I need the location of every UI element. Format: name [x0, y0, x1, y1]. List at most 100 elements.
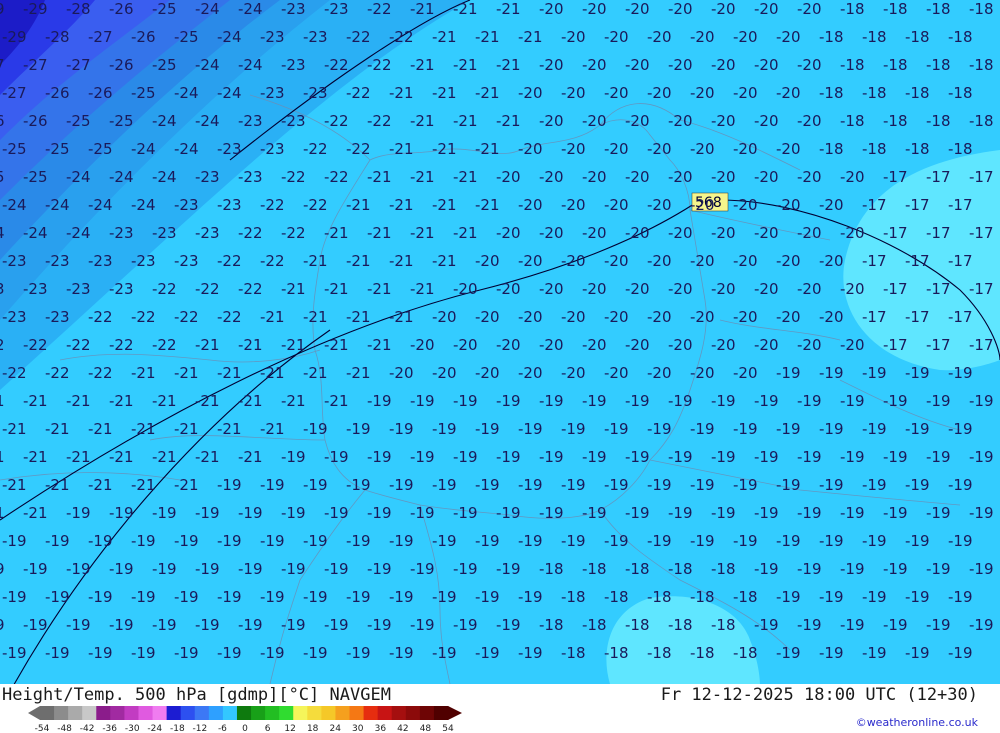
temperature-label: -19 — [0, 560, 5, 578]
temperature-label: -17 — [926, 168, 951, 186]
temperature-label: -19 — [948, 364, 973, 382]
temperature-label: -20 — [647, 28, 672, 46]
temperature-label: -21 — [410, 280, 435, 298]
legend-swatch — [236, 706, 252, 720]
temperature-label: -24 — [66, 168, 91, 186]
temperature-label: -17 — [969, 224, 994, 242]
temperature-label: -19 — [582, 504, 607, 522]
temperature-label: -20 — [518, 308, 543, 326]
credit-link[interactable]: ©weatheronline.co.uk — [856, 716, 978, 729]
temperature-label: -19 — [260, 588, 285, 606]
temperature-label: -19 — [840, 616, 865, 634]
temperature-label: -20 — [647, 308, 672, 326]
legend-swatch — [54, 706, 69, 720]
temperature-label: -20 — [604, 28, 629, 46]
temperature-label: -20 — [776, 252, 801, 270]
temperature-label: -26 — [109, 0, 134, 18]
temperature-label: -24 — [174, 84, 199, 102]
temperature-label: -17 — [948, 308, 973, 326]
temperature-label: -17 — [969, 280, 994, 298]
temperature-label: -20 — [625, 336, 650, 354]
temperature-label: -23 — [45, 308, 70, 326]
temperature-label: -21 — [324, 224, 349, 242]
temperature-label: -21 — [303, 308, 328, 326]
temperature-label: -19 — [905, 420, 930, 438]
temperature-label: -21 — [346, 308, 371, 326]
temperature-label: -19 — [561, 532, 586, 550]
temperature-label: -24 — [195, 0, 220, 18]
temperature-label: -21 — [410, 56, 435, 74]
temperature-label: -20 — [582, 112, 607, 130]
temperature-label: -20 — [561, 28, 586, 46]
temperature-label: -25 — [131, 84, 156, 102]
temperature-label: -19 — [776, 420, 801, 438]
legend-tick-label: 48 — [420, 724, 432, 732]
temperature-label: -20 — [819, 252, 844, 270]
temperature-label: -22 — [88, 308, 113, 326]
temperature-label: -18 — [625, 560, 650, 578]
weather-map: 568 -29-29-28-26-25-24-24-23-23-22-21-21… — [0, 0, 1000, 684]
temperature-label: -19 — [754, 616, 779, 634]
temperature-label: -24 — [131, 196, 156, 214]
temperature-label: -18 — [625, 616, 650, 634]
temperature-label: -18 — [561, 644, 586, 662]
temperature-label: -20 — [604, 308, 629, 326]
temperature-label: -19 — [260, 476, 285, 494]
temperature-label: -19 — [174, 532, 199, 550]
temperature-label: -19 — [711, 504, 736, 522]
temperature-label: -20 — [711, 112, 736, 130]
temperature-label: -19 — [389, 532, 414, 550]
temperature-label: -18 — [905, 140, 930, 158]
temperature-label: -22 — [324, 56, 349, 74]
temperature-label: -19 — [432, 644, 457, 662]
temperature-label: -19 — [432, 588, 457, 606]
temperature-label: -20 — [604, 364, 629, 382]
temperature-label: -20 — [776, 28, 801, 46]
temperature-label: -21 — [23, 392, 48, 410]
temperature-label: -20 — [754, 168, 779, 186]
temperature-label: -19 — [496, 504, 521, 522]
temperature-label: -21 — [88, 420, 113, 438]
temperature-label: -22 — [152, 280, 177, 298]
temperature-label: -19 — [690, 532, 715, 550]
temperature-label: -21 — [2, 420, 27, 438]
temperature-label: -18 — [539, 616, 564, 634]
temperature-label: -22 — [367, 0, 392, 18]
temperature-label: -24 — [2, 196, 27, 214]
temperature-label: -26 — [0, 112, 5, 130]
temperature-label: -22 — [2, 364, 27, 382]
temperature-label: -22 — [45, 364, 70, 382]
temperature-label: -22 — [0, 336, 5, 354]
temperature-label: -21 — [324, 336, 349, 354]
temperature-label: -19 — [840, 504, 865, 522]
legend-tick-label: -18 — [170, 724, 185, 732]
temperature-label: -21 — [410, 224, 435, 242]
legend-swatch — [391, 706, 407, 720]
temperature-label: -24 — [0, 224, 5, 242]
temperature-label: -20 — [432, 364, 457, 382]
temperature-label: -19 — [862, 588, 887, 606]
temperature-label: -19 — [475, 476, 500, 494]
temperature-label: -29 — [0, 0, 5, 18]
temperature-label: -20 — [518, 140, 543, 158]
temperature-label: -20 — [561, 252, 586, 270]
temperature-label: -19 — [346, 588, 371, 606]
temperature-label: -24 — [238, 56, 263, 74]
temperature-label: -23 — [45, 252, 70, 270]
temperature-label: -20 — [733, 252, 758, 270]
temperature-label: -25 — [88, 140, 113, 158]
temperature-label: -22 — [346, 84, 371, 102]
temperature-label: -19 — [281, 448, 306, 466]
temperature-label: -19 — [840, 560, 865, 578]
temperature-label: -18 — [690, 588, 715, 606]
temperature-label: -20 — [754, 112, 779, 130]
temperature-label: -20 — [647, 196, 672, 214]
temperature-label: -17 — [905, 252, 930, 270]
temperature-label: -19 — [604, 532, 629, 550]
temperature-label: -21 — [496, 56, 521, 74]
temperature-label: -19 — [66, 560, 91, 578]
temperature-label: -19 — [776, 644, 801, 662]
temperature-label: -21 — [346, 196, 371, 214]
temperature-label: -21 — [195, 448, 220, 466]
temperature-label: -18 — [604, 588, 629, 606]
